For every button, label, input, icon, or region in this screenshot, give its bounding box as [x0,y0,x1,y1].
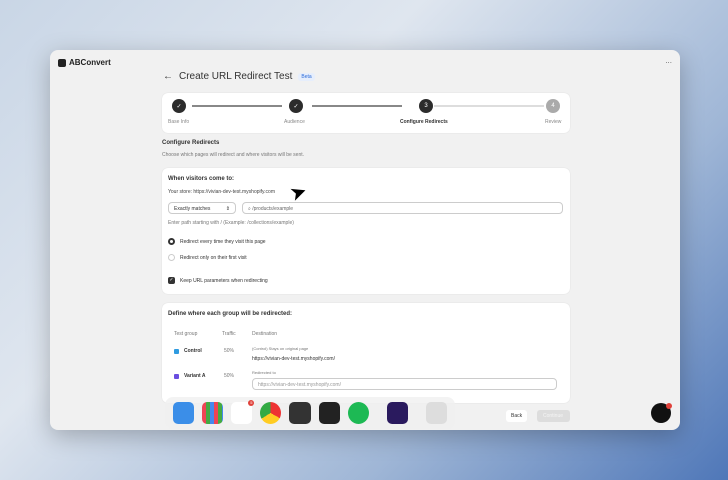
destination-url: https://vivian-dev-test.myshopify.com/ [252,356,335,362]
chevron-updown-icon: ⇕ [225,206,230,212]
section-title: Configure Redirects [162,140,220,146]
destination-note: (Control) Stays on original page [252,346,309,351]
radio-selected-icon [168,238,175,245]
checkbox-label: Keep URL parameters when redirecting [180,277,268,284]
column-header: Traffic [222,331,236,337]
step-label: Configure Redirects [400,119,448,125]
path-hint: Enter path starting with / (Example: /co… [168,220,294,226]
step-4-indicator: 4 [546,99,560,113]
step-label: Base Info [168,119,190,125]
path-input[interactable]: ⌕ /products/example [242,202,563,214]
group-name: Variant A [184,373,206,379]
step-label: Review [545,119,562,125]
step-label: Audience [284,119,305,125]
tor-browser-icon[interactable] [386,402,408,424]
group-variant-a: Variant A [174,373,206,379]
source-card: When visitors come to: Your store: https… [162,168,570,294]
group-name: Control [184,348,202,354]
match-type-select[interactable]: Exactly matches ⇕ [168,202,236,214]
column-header: Test group [174,331,198,337]
radio-unselected-icon [168,254,175,261]
notification-badge: 5 [248,400,255,406]
abconvert-logo-icon [58,58,66,67]
section-subtitle: Choose which pages will redirect and whe… [162,152,305,158]
variant-color-swatch [174,373,179,379]
select-value: Exactly matches [174,206,211,212]
column-header: Destination [252,331,278,337]
page-header: ← Create URL Redirect Test Beta [163,71,315,82]
groups-card: Define where each group will be redirect… [162,303,570,403]
card-title: Define where each group will be redirect… [168,311,293,317]
stepper: ✓ ✓ 3 4 Base Info Audience Configure Red… [162,93,570,133]
radio-every-time[interactable]: Redirect every time they visit this page [168,238,266,245]
finder-icon[interactable] [173,402,195,424]
card-title: When visitors come to: [168,176,235,182]
redirect-url-input[interactable]: https://vivian-dev-test.myshopify.com/ [252,378,557,390]
chat-support-button[interactable] [651,403,672,423]
spotify-icon[interactable] [347,402,369,424]
step-2-check-icon: ✓ [289,99,303,113]
chrome-icon[interactable] [260,402,282,424]
trash-icon[interactable] [425,402,447,424]
beta-badge: Beta [298,72,315,81]
destination-note: Redirected to [252,370,276,375]
launchpad-icon[interactable] [202,402,224,424]
traffic-value: 50% [224,348,235,354]
back-arrow-icon[interactable]: ← [163,71,173,82]
radio-first-visit[interactable]: Redirect only on their first visit [168,254,247,261]
group-control: Control [174,348,202,354]
radio-label: Redirect only on their first visit [180,254,247,261]
control-color-swatch [174,348,179,354]
step-1-check-icon: ✓ [172,99,186,113]
more-menu-icon[interactable]: ... [665,56,672,65]
linear-icon[interactable] [289,402,311,424]
slack-icon[interactable]: 5 [231,400,255,424]
radio-label: Redirect every time they visit this page [180,238,266,245]
dock: 5 [165,397,455,429]
checkbox-checked-icon: ✓ [168,277,175,284]
app-window: ABConvert ... ← Create URL Redirect Test… [50,50,680,430]
box-app-icon[interactable] [318,402,340,424]
store-url: Your store: https://vivian-dev-test.mysh… [168,189,275,195]
keep-params-checkbox[interactable]: ✓ Keep URL parameters when redirecting [168,277,268,284]
chat-badge [666,403,672,409]
traffic-value: 50% [224,373,235,379]
brand: ABConvert [58,58,111,67]
input-placeholder: https://vivian-dev-test.myshopify.com/ [258,382,341,388]
page-title: Create URL Redirect Test [179,71,293,82]
step-3-indicator: 3 [419,99,433,113]
path-value: /products/example [252,206,294,212]
app-name: ABConvert [69,58,111,67]
continue-button[interactable]: Continue [537,410,570,422]
back-button[interactable]: Back [506,410,528,422]
